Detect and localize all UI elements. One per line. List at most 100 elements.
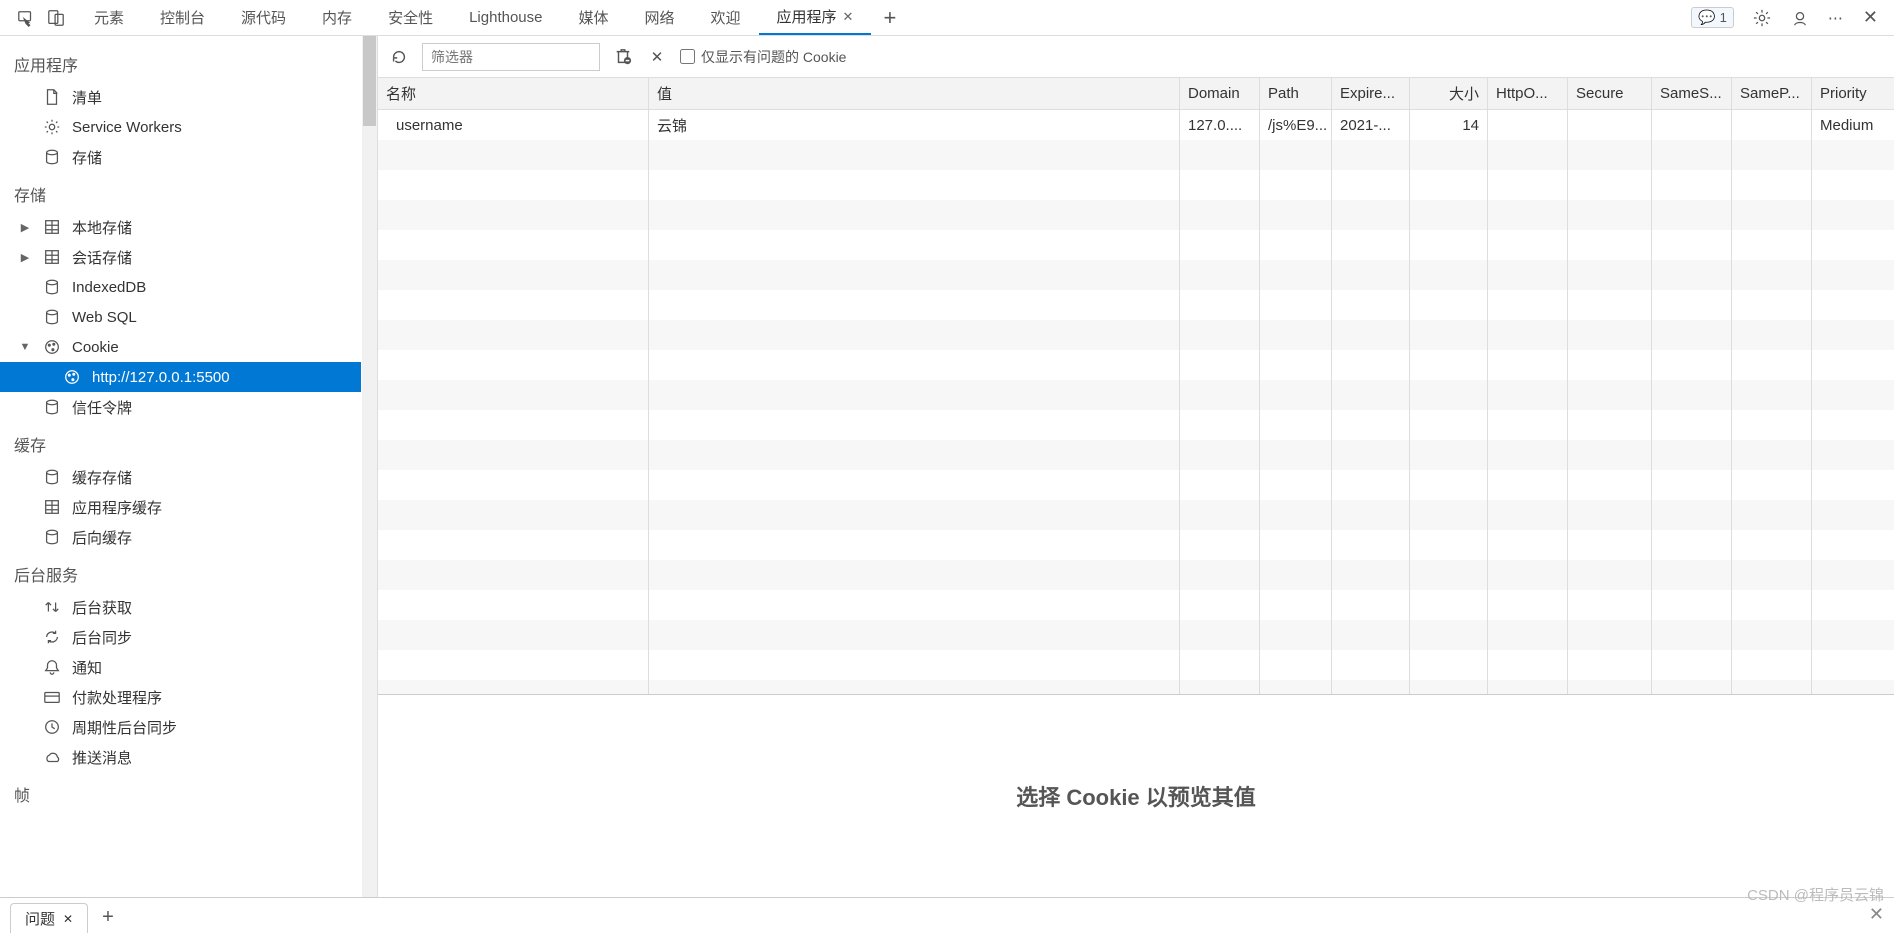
sidebar-item-storage[interactable]: 存储 (0, 142, 361, 172)
sidebar-item-trust-tokens[interactable]: 信任令牌 (0, 392, 361, 422)
tab-welcome[interactable]: 欢迎 (693, 0, 759, 35)
add-tab-button[interactable]: + (871, 5, 908, 31)
database-icon (42, 307, 62, 327)
watermark: CSDN @程序员云锦 (1747, 884, 1884, 905)
sidebar-item-manifest[interactable]: 清单 (0, 82, 361, 112)
sidebar-item-background-fetch[interactable]: 后台获取 (0, 592, 361, 622)
sidebar-item-notifications[interactable]: 通知 (0, 652, 361, 682)
cookie-toolbar: ✕ 仅显示有问题的 Cookie (378, 36, 1894, 78)
close-devtools-icon[interactable]: ✕ (1863, 7, 1878, 28)
sidebar-item-service-workers[interactable]: Service Workers (0, 112, 361, 142)
sidebar-item-app-cache[interactable]: 应用程序缓存 (0, 492, 361, 522)
grid-icon (42, 497, 62, 517)
scrollbar-thumb[interactable] (363, 36, 376, 126)
cookie-table: 名称 值 Domain Path Expire... 大小 HttpO... S… (378, 78, 1894, 695)
database-icon (42, 527, 62, 547)
sidebar-item-back-forward-cache[interactable]: 后向缓存 (0, 522, 361, 552)
col-domain[interactable]: Domain (1180, 78, 1260, 109)
cell-value: 云锦 (649, 115, 1180, 136)
sidebar-item-payment-handler[interactable]: 付款处理程序 (0, 682, 361, 712)
tab-media[interactable]: 媒体 (560, 0, 626, 35)
section-cache: 缓存 (0, 422, 361, 462)
cell-priority: Medium (1812, 117, 1894, 134)
sidebar-scrollbar[interactable] (362, 36, 377, 897)
dock-icons (6, 8, 76, 28)
sidebar-item-cache-storage[interactable]: 缓存存储 (0, 462, 361, 492)
top-toolbar: 元素 控制台 源代码 内存 安全性 Lighthouse 媒体 网络 欢迎 应用… (0, 0, 1894, 36)
sidebar: 应用程序 清单 Service Workers 存储 存储 ▶本地存储 ▶会话存… (0, 36, 378, 897)
collapse-icon[interactable]: ▼ (18, 341, 32, 353)
database-icon (42, 397, 62, 417)
col-samesite[interactable]: SameS... (1652, 78, 1732, 109)
tab-lighthouse[interactable]: Lighthouse (451, 0, 560, 35)
col-sameparty[interactable]: SameP... (1732, 78, 1812, 109)
filter-input[interactable] (422, 43, 600, 71)
section-frames: 帧 (0, 772, 361, 812)
devtools-tabs: 元素 控制台 源代码 内存 安全性 Lighthouse 媒体 网络 欢迎 应用… (76, 0, 908, 35)
message-icon: 💬 (1698, 9, 1715, 26)
table-row[interactable]: username 云锦 127.0.... /js%E9... 2021-...… (378, 110, 1894, 140)
cookie-icon (62, 367, 82, 387)
sidebar-item-indexeddb[interactable]: IndexedDB (0, 272, 361, 302)
tab-elements[interactable]: 元素 (76, 0, 142, 35)
sidebar-item-local-storage[interactable]: ▶本地存储 (0, 212, 361, 242)
col-name[interactable]: 名称 (378, 78, 649, 109)
add-drawer-tab[interactable]: + (92, 902, 124, 933)
expand-icon[interactable]: ▶ (18, 221, 32, 234)
issues-badge[interactable]: 💬1 (1691, 7, 1734, 28)
sidebar-item-cookie[interactable]: ▼Cookie (0, 332, 361, 362)
grid-icon (42, 217, 62, 237)
file-icon (42, 87, 62, 107)
col-secure[interactable]: Secure (1568, 78, 1652, 109)
database-icon (42, 467, 62, 487)
expand-icon[interactable]: ▶ (18, 251, 32, 264)
col-priority[interactable]: Priority (1812, 78, 1894, 109)
col-value[interactable]: 值 (649, 78, 1180, 109)
tab-sources[interactable]: 源代码 (223, 0, 304, 35)
table-header: 名称 值 Domain Path Expire... 大小 HttpO... S… (378, 78, 1894, 110)
table-body[interactable]: username 云锦 127.0.... /js%E9... 2021-...… (378, 110, 1894, 694)
cell-path: /js%E9... (1260, 117, 1332, 134)
watermark-close-icon: ✕ (1869, 904, 1884, 925)
grid-icon (42, 247, 62, 267)
section-application: 应用程序 (0, 42, 361, 82)
tab-console[interactable]: 控制台 (142, 0, 223, 35)
sidebar-item-push-messaging[interactable]: 推送消息 (0, 742, 361, 772)
gear-icon[interactable] (1752, 8, 1772, 28)
sidebar-item-cookie-origin[interactable]: http://127.0.0.1:5500 (0, 362, 361, 392)
more-icon[interactable]: ⋯ (1828, 9, 1845, 27)
close-icon[interactable]: ✕ (63, 912, 73, 926)
refresh-icon[interactable] (388, 46, 410, 68)
col-path[interactable]: Path (1260, 78, 1332, 109)
updown-icon (42, 597, 62, 617)
cell-expires: 2021-... (1332, 117, 1410, 134)
cell-domain: 127.0.... (1180, 117, 1260, 134)
drawer-bar: 问题✕ + (0, 897, 1894, 933)
sidebar-item-websql[interactable]: Web SQL (0, 302, 361, 332)
feedback-icon[interactable] (1790, 8, 1810, 28)
cloud-icon (42, 747, 62, 767)
tab-network[interactable]: 网络 (627, 0, 693, 35)
sidebar-item-session-storage[interactable]: ▶会话存储 (0, 242, 361, 272)
device-toggle-icon[interactable] (46, 8, 66, 28)
cell-size: 14 (1410, 117, 1488, 134)
tab-application[interactable]: 应用程序✕ (759, 0, 872, 35)
col-expires[interactable]: Expire... (1332, 78, 1410, 109)
bell-icon (42, 657, 62, 677)
clear-filter-icon[interactable] (612, 46, 634, 68)
database-icon (42, 277, 62, 297)
only-issues-checkbox[interactable]: 仅显示有问题的 Cookie (680, 47, 846, 67)
tab-memory[interactable]: 内存 (304, 0, 370, 35)
inspect-icon[interactable] (16, 8, 36, 28)
sidebar-item-periodic-sync[interactable]: 周期性后台同步 (0, 712, 361, 742)
workspace: 应用程序 清单 Service Workers 存储 存储 ▶本地存储 ▶会话存… (0, 36, 1894, 897)
col-httponly[interactable]: HttpO... (1488, 78, 1568, 109)
sidebar-item-background-sync[interactable]: 后台同步 (0, 622, 361, 652)
drawer-tab-issues[interactable]: 问题✕ (10, 903, 88, 933)
close-icon[interactable]: ✕ (843, 9, 854, 25)
clear-icon[interactable]: ✕ (646, 46, 668, 68)
tab-security[interactable]: 安全性 (370, 0, 451, 35)
col-size[interactable]: 大小 (1410, 78, 1488, 109)
cookie-preview: 选择 Cookie 以预览其值 (378, 695, 1894, 897)
clock-icon (42, 717, 62, 737)
